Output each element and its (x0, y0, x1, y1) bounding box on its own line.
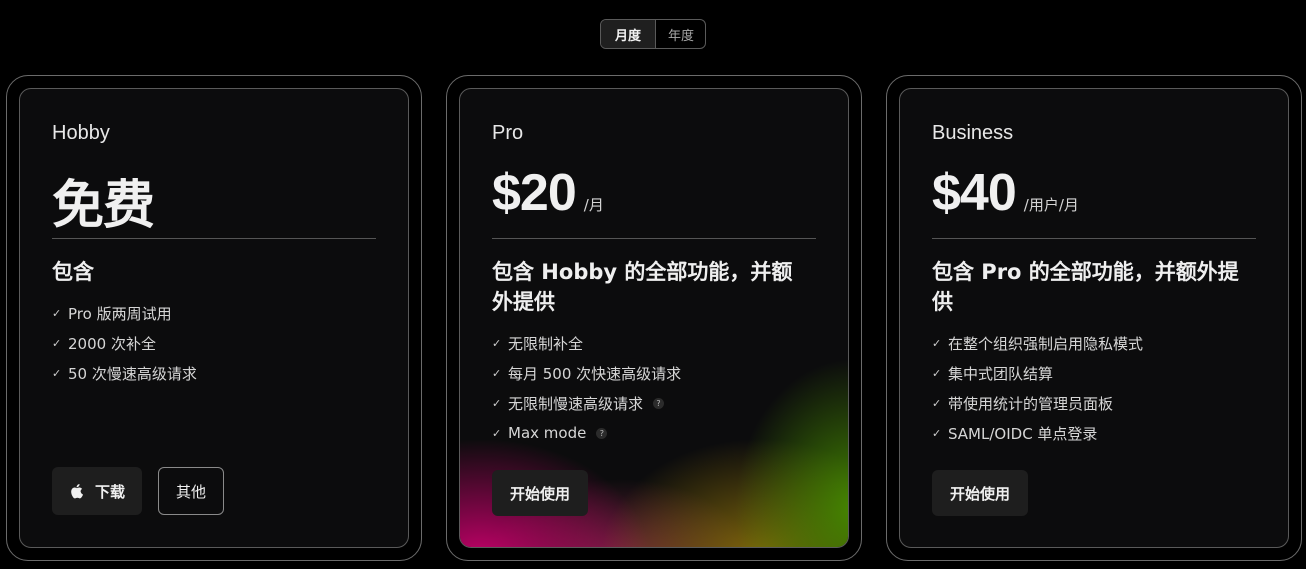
feature-item: ✓ 50 次慢速高级请求 (52, 358, 376, 388)
check-icon: ✓ (932, 366, 942, 380)
check-icon: ✓ (52, 306, 62, 320)
feature-item: ✓ Pro 版两周试用 (52, 298, 376, 328)
check-icon: ✓ (52, 366, 62, 380)
feature-item: ✓ 每月 500 次快速高级请求 (492, 358, 816, 388)
feature-text: 每月 500 次快速高级请求 (508, 364, 682, 383)
help-icon[interactable]: ? (596, 427, 608, 439)
feature-item: ✓ 2000 次补全 (52, 328, 376, 358)
pricing-card-hobby: Hobby 免费 包含 ✓ Pro 版两周试用 ✓ 2000 次补全 ✓ 50 … (6, 75, 422, 561)
help-icon[interactable]: ? (653, 397, 665, 409)
plan-price: 免费 (52, 177, 155, 235)
includes-heading: 包含 Pro 的全部功能，并额外提 供 (932, 257, 1256, 317)
feature-text: 2000 次补全 (68, 334, 156, 353)
toggle-yearly-option[interactable]: 年度 (656, 20, 705, 48)
feature-text: 集中式团队结算 (948, 364, 1054, 383)
price-row: 免费 (52, 163, 155, 238)
includes-heading: 包含 (52, 260, 94, 284)
other-platforms-button[interactable]: 其他 (158, 467, 224, 515)
includes-heading-line: 外提供 (492, 290, 555, 314)
price-unit: /月 (583, 196, 604, 214)
feature-item: ✓ 无限制补全 (492, 328, 816, 358)
includes-heading-line: 包含 Pro 的全部功能，并额外提 (932, 260, 1239, 284)
feature-text: 带使用统计的管理员面板 (948, 394, 1114, 413)
check-icon: ✓ (492, 426, 502, 440)
download-button[interactable]: 下载 (52, 467, 142, 515)
feature-text: SAML/OIDC 单点登录 (948, 424, 1098, 443)
feature-item: ✓ 无限制慢速高级请求 ? (492, 388, 816, 418)
feature-text: 50 次慢速高级请求 (68, 364, 197, 383)
feature-text: 在整个组织强制启用隐私模式 (948, 334, 1144, 353)
includes-heading: 包含 Hobby 的全部功能，并额 外提供 (492, 257, 816, 317)
feature-item: ✓ 在整个组织强制启用隐私模式 (932, 328, 1256, 358)
feature-item: ✓ 集中式团队结算 (932, 358, 1256, 388)
pricing-card-business: Business $40 /用户/月 包含 Pro 的全部功能，并额外提 供 ✓… (886, 75, 1302, 561)
includes-heading-line: 包含 Hobby 的全部功能，并额 (492, 260, 793, 284)
includes-heading-line: 供 (932, 290, 953, 314)
check-icon: ✓ (492, 366, 502, 380)
price-row: $40 /用户/月 (932, 163, 1079, 223)
check-icon: ✓ (932, 426, 942, 440)
divider (492, 238, 816, 239)
card-panel: Hobby 免费 包含 ✓ Pro 版两周试用 ✓ 2000 次补全 ✓ 50 … (19, 88, 409, 548)
feature-text: Pro 版两周试用 (68, 304, 172, 323)
plan-name: Business (932, 122, 1014, 144)
check-icon: ✓ (492, 336, 502, 350)
feature-item: ✓ 带使用统计的管理员面板 (932, 388, 1256, 418)
check-icon: ✓ (932, 396, 942, 410)
plan-price: $40 (932, 164, 1017, 222)
start-button[interactable]: 开始使用 (492, 470, 588, 516)
pricing-card-pro: Pro $20 /月 包含 Hobby 的全部功能，并额 外提供 ✓ 无限制补全 (446, 75, 862, 561)
check-icon: ✓ (932, 336, 942, 350)
feature-list: ✓ Pro 版两周试用 ✓ 2000 次补全 ✓ 50 次慢速高级请求 (52, 298, 376, 388)
divider (932, 238, 1256, 239)
plan-name: Hobby (52, 122, 110, 144)
feature-item: ✓ SAML/OIDC 单点登录 (932, 418, 1256, 448)
feature-item: ✓ Max mode ? (492, 418, 816, 448)
feature-text: 无限制慢速高级请求 (508, 394, 644, 413)
apple-icon (71, 484, 83, 499)
billing-period-toggle: 月度 年度 (600, 19, 706, 49)
start-button[interactable]: 开始使用 (932, 470, 1028, 516)
feature-list: ✓ 在整个组织强制启用隐私模式 ✓ 集中式团队结算 ✓ 带使用统计的管理员面板 … (932, 328, 1256, 448)
check-icon: ✓ (492, 396, 502, 410)
card-panel: Business $40 /用户/月 包含 Pro 的全部功能，并额外提 供 ✓… (899, 88, 1289, 548)
feature-text: 无限制补全 (508, 334, 584, 353)
card-panel: Pro $20 /月 包含 Hobby 的全部功能，并额 外提供 ✓ 无限制补全 (459, 88, 849, 548)
pricing-page: 月度 年度 Hobby 免费 包含 ✓ Pro 版两周试用 ✓ 2000 次补全… (0, 0, 1306, 569)
download-label: 下载 (94, 482, 125, 501)
feature-list: ✓ 无限制补全 ✓ 每月 500 次快速高级请求 ✓ 无限制慢速高级请求 ? ✓ (492, 328, 816, 448)
plan-name: Pro (492, 122, 524, 144)
plan-price: $20 (492, 164, 577, 222)
divider (52, 238, 376, 239)
toggle-monthly-option[interactable]: 月度 (601, 20, 656, 48)
price-unit: /用户/月 (1023, 196, 1079, 214)
feature-text: Max mode (508, 424, 587, 442)
check-icon: ✓ (52, 336, 62, 350)
price-row: $20 /月 (492, 163, 604, 223)
